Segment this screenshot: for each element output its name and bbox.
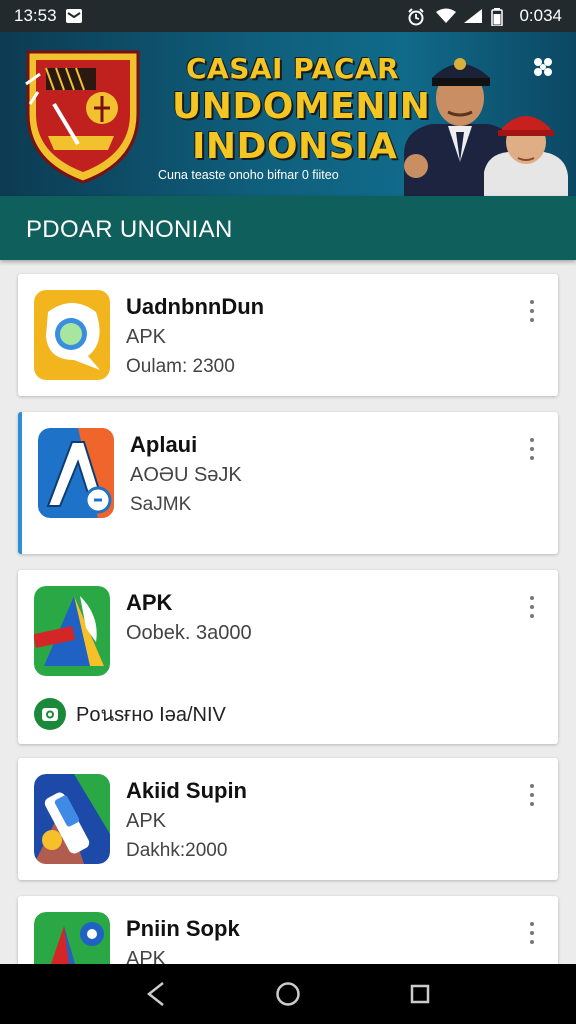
alarm-icon — [407, 8, 425, 26]
app-meta: SaJMK — [130, 494, 192, 515]
banner-tagline: Cuna teaste onoho bifnar 0 fiiteo — [158, 168, 339, 182]
overflow-menu-icon[interactable] — [526, 438, 538, 460]
app-type: APK — [126, 326, 167, 348]
signal-icon — [463, 8, 483, 24]
app-card[interactable]: APK Oobek. 3a000 Poนsғно Iəa/NIV — [18, 570, 558, 744]
app-name: UadnbnnDun — [126, 294, 265, 319]
status-clock: 0:034 — [519, 6, 562, 25]
app-type: APK — [126, 810, 167, 832]
app-meta: Oobek. 3a000 — [126, 622, 252, 644]
app-meta: Dakhk:2000 — [126, 840, 228, 861]
recents-icon[interactable] — [406, 980, 434, 1008]
banner-line-1: CASAI PACAR — [186, 52, 400, 85]
system-nav-bar — [0, 964, 576, 1024]
publisher-row: Poนsғно Iəa/NIV — [34, 698, 226, 730]
gear-app-icon[interactable] — [34, 912, 110, 964]
back-icon[interactable] — [142, 980, 170, 1008]
app-card[interactable]: Akiid Supin APK Dakhk:2000 — [18, 758, 558, 880]
app-name: Akiid Supin — [126, 778, 247, 803]
publisher-text: Poนsғно Iəa/NIV — [76, 704, 226, 726]
page-title: PDOAR UNONIAN — [26, 216, 233, 243]
app-meta: Oulam: 2300 — [126, 356, 235, 377]
app-toolbar: PDOAR UNONIAN — [0, 196, 576, 260]
banner-line-3: INDONSIA — [192, 126, 398, 167]
app-card[interactable]: Aplaui AOƏU SəJK SaJMK — [18, 412, 558, 554]
battery-icon — [491, 8, 509, 27]
wifi-icon — [435, 8, 457, 24]
promo-banner[interactable]: CASAI PACAR UNDOMENIN INDONSIA Cuna teas… — [0, 32, 576, 196]
close-icon[interactable] — [532, 56, 554, 78]
camera-badge-icon — [34, 698, 66, 730]
play-style-app-icon[interactable] — [34, 586, 110, 676]
overflow-menu-icon[interactable] — [526, 784, 538, 806]
letter-a-app-icon[interactable] — [38, 428, 114, 518]
status-time: 13:53 — [14, 6, 57, 25]
app-type: AOƏU SəJK — [130, 464, 242, 486]
app-name: Aplaui — [130, 432, 198, 457]
emblem-shield-icon — [18, 44, 148, 184]
app-name: Pniin Sopk — [126, 916, 240, 941]
app-card[interactable]: UadnbnnDun APK Oulam: 2300 — [18, 274, 558, 396]
overflow-menu-icon[interactable] — [526, 922, 538, 944]
app-type: APK — [126, 948, 167, 964]
home-icon[interactable] — [274, 980, 302, 1008]
overflow-menu-icon[interactable] — [526, 300, 538, 322]
app-name: APK — [126, 590, 173, 615]
status-bar: 13:53 0:034 — [0, 0, 576, 32]
app-card[interactable]: Pniin Sopk APK — [18, 896, 558, 964]
app-list[interactable]: UadnbnnDun APK Oulam: 2300 Aplaui AOƏU S… — [0, 260, 576, 964]
notification-icon — [65, 8, 83, 24]
chat-bubble-app-icon[interactable] — [34, 290, 110, 380]
overflow-menu-icon[interactable] — [526, 596, 538, 618]
pen-app-icon[interactable] — [34, 774, 110, 864]
